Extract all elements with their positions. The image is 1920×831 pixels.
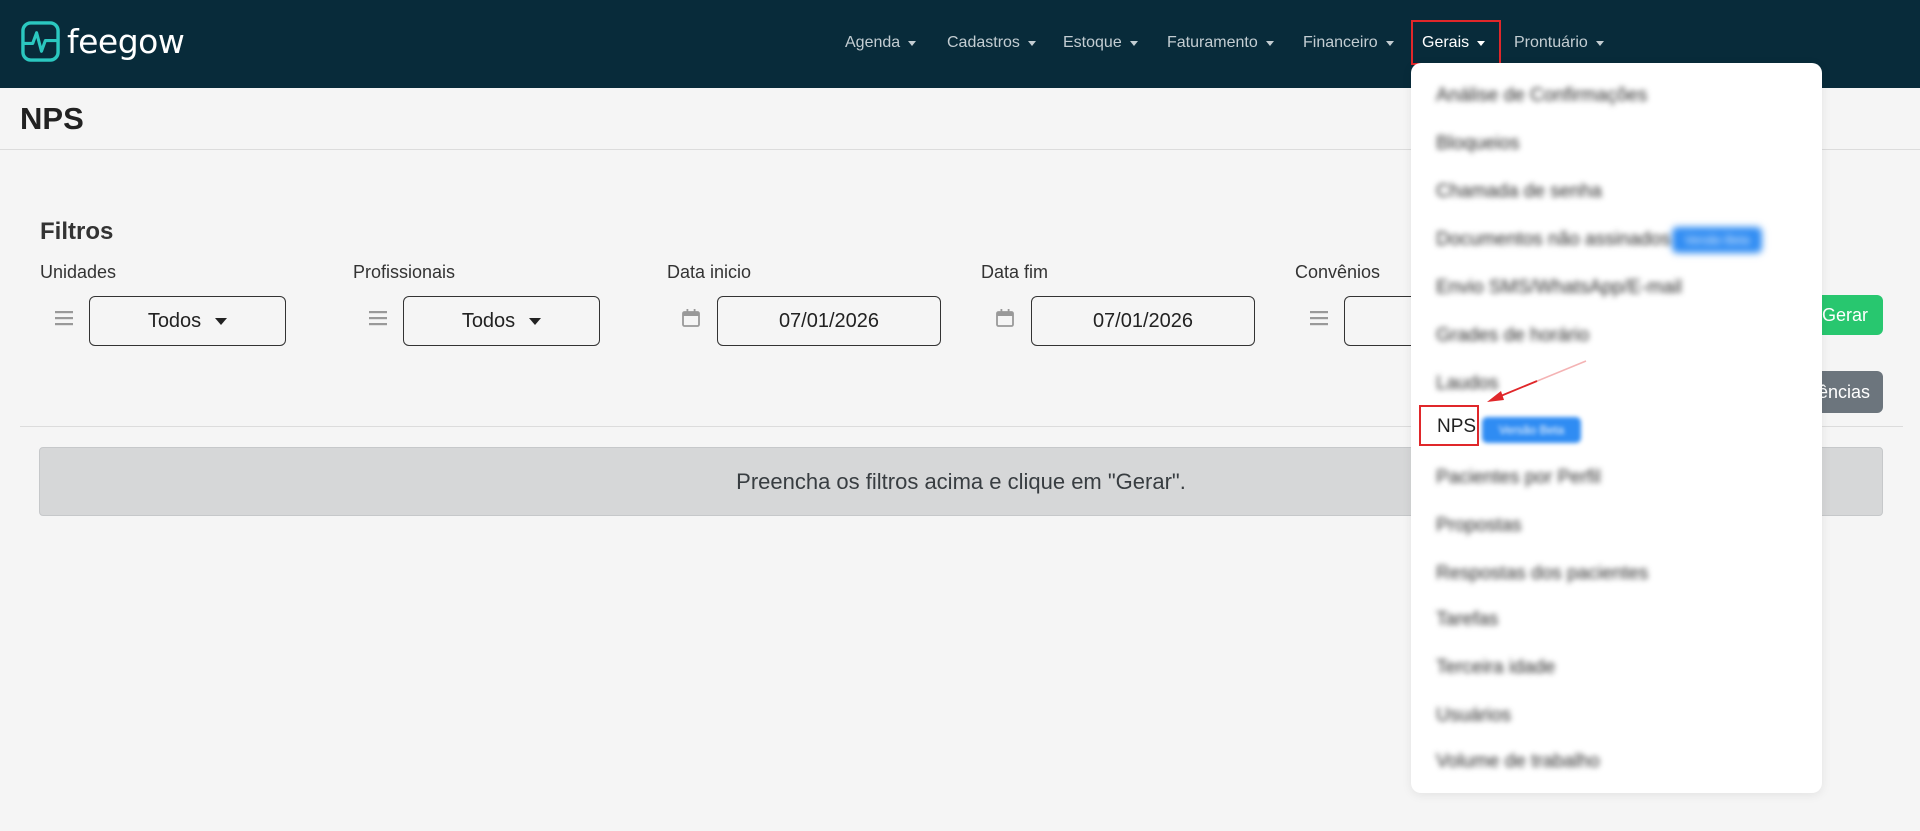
units-select[interactable]: Todos	[89, 296, 286, 346]
nav-label: Agenda	[845, 34, 901, 51]
professionals-label: Profissionais	[353, 262, 456, 282]
nav-estoque[interactable]: Estoque	[1063, 31, 1138, 55]
dropdown-item[interactable]: Laudos	[1436, 373, 1498, 395]
professionals-select-value: Todos	[461, 309, 516, 332]
units-select-value: Todos	[147, 309, 202, 332]
feegow-logo-icon	[21, 21, 60, 62]
dropdown-item[interactable]: Pacientes por Perfil	[1436, 467, 1601, 489]
dropdown-item-label: Análise de Confirmações	[1436, 85, 1648, 106]
dropdown-item-label: NPS	[1437, 416, 1477, 437]
dropdown-item[interactable]: Análise de Confirmações	[1436, 85, 1647, 107]
end-date-value: 07/01/2026	[1092, 309, 1194, 332]
list-icon	[369, 311, 387, 326]
calendar-icon	[682, 309, 700, 327]
nav-agenda[interactable]: Agenda	[845, 31, 917, 55]
nav-label: Prontuário	[1514, 34, 1588, 51]
dropdown-item[interactable]: Documentos não assinados Versão Beta	[1436, 227, 1762, 253]
start-date-label: Data inicio	[667, 262, 752, 282]
filters-title: Filtros	[40, 218, 114, 245]
secondary-action-label: ências	[1817, 381, 1870, 402]
dropdown-item-label: Usuários	[1436, 705, 1511, 726]
info-alert-text: Preencha os filtros acima e clique em "G…	[736, 468, 1186, 494]
dropdown-item-label: Envio SMS/WhatsApp/E-mail	[1436, 277, 1683, 298]
dropdown-item-label: Pacientes por Perfil	[1436, 467, 1601, 488]
nav-label: Financeiro	[1303, 34, 1378, 51]
caret-down-icon	[1027, 40, 1036, 46]
dropdown-item[interactable]: Grades de horário	[1436, 325, 1589, 347]
nav-faturamento[interactable]: Faturamento	[1167, 31, 1274, 55]
caret-down-icon	[908, 40, 917, 46]
dropdown-item[interactable]: Envio SMS/WhatsApp/E-mail	[1436, 277, 1682, 299]
dropdown-item-label: Terceira idade	[1436, 657, 1556, 678]
end-date-label: Data fim	[981, 262, 1049, 282]
dropdown-item[interactable]: Volume de trabalho	[1436, 751, 1600, 773]
dropdown-item-label: Propostas	[1436, 515, 1522, 536]
dropdown-item-label: Bloqueios	[1436, 133, 1520, 154]
dropdown-item[interactable]: Respostas dos pacientes	[1436, 563, 1648, 585]
list-icon	[55, 311, 73, 326]
caret-down-icon	[1385, 40, 1394, 46]
dropdown-item[interactable]: Propostas	[1436, 515, 1522, 537]
dropdown-item-label: Laudos	[1436, 373, 1499, 394]
nav-label: Estoque	[1063, 34, 1122, 51]
nav-financeiro[interactable]: Financeiro	[1303, 31, 1394, 55]
nav-prontuario[interactable]: Prontuário	[1514, 31, 1604, 55]
generate-button-label: Gerar	[1821, 304, 1868, 325]
calendar-icon	[996, 309, 1014, 327]
caret-down-icon	[1595, 40, 1604, 46]
caret-down-icon	[1265, 40, 1274, 46]
nav-gerais-highlight-box	[1411, 20, 1501, 65]
dropdown-item[interactable]: Tarefas	[1436, 609, 1498, 631]
caret-down-icon	[529, 317, 542, 325]
dropdown-item[interactable]: Terceira idade	[1436, 657, 1555, 679]
dropdown-item[interactable]: Chamada de senha	[1436, 181, 1602, 203]
brand-logo[interactable]: feegow	[21, 21, 185, 62]
caret-down-icon	[1129, 40, 1138, 46]
beta-badge: Versão Beta	[1482, 417, 1581, 443]
insurance-label: Convênios	[1295, 262, 1381, 282]
dropdown-item-label: Chamada de senha	[1436, 181, 1602, 202]
dropdown-item-label: Grades de horário	[1436, 325, 1590, 346]
list-icon	[1310, 311, 1328, 326]
caret-down-icon	[215, 317, 228, 325]
dropdown-item[interactable]: Usuários	[1436, 705, 1511, 727]
nav-label: Cadastros	[947, 34, 1020, 51]
units-label: Unidades	[40, 262, 117, 282]
dropdown-item[interactable]: Bloqueios	[1436, 133, 1519, 155]
start-date-value: 07/01/2026	[778, 309, 880, 332]
start-date-input[interactable]: 07/01/2026	[717, 296, 941, 346]
brand-name: feegow	[67, 22, 185, 61]
professionals-select[interactable]: Todos	[403, 296, 600, 346]
gerais-dropdown-menu: Análise de Confirmações Bloqueios Chamad…	[1411, 63, 1822, 793]
dropdown-item-label: Documentos não assinados	[1436, 229, 1671, 251]
dropdown-item-label: Volume de trabalho	[1436, 751, 1600, 772]
end-date-input[interactable]: 07/01/2026	[1031, 296, 1255, 346]
dropdown-item-label: Tarefas	[1436, 609, 1499, 630]
dropdown-item-nps[interactable]: NPS	[1437, 416, 1476, 438]
beta-badge: Versão Beta	[1672, 227, 1762, 253]
beta-badge-label: Versão Beta	[1498, 423, 1565, 437]
nav-label: Faturamento	[1167, 34, 1258, 51]
dropdown-item-label: Respostas dos pacientes	[1436, 563, 1649, 584]
page-title: NPS	[20, 101, 84, 136]
nav-cadastros[interactable]: Cadastros	[947, 31, 1036, 55]
